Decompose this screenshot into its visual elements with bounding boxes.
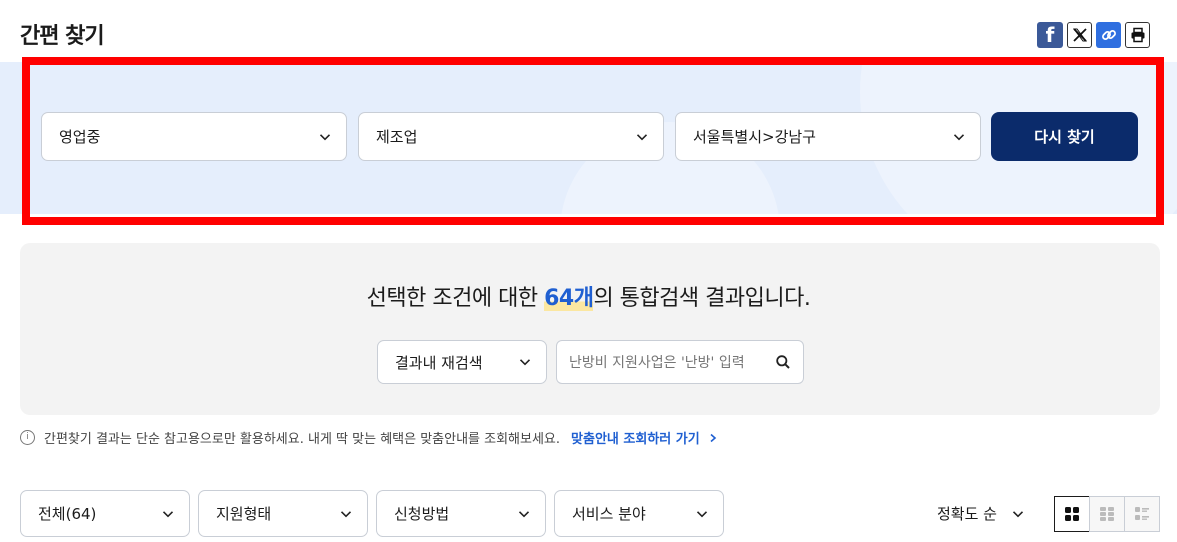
notice-text: 간편찾기 결과는 단순 참고용으로만 활용하세요. 내게 딱 맞는 혜택은 맞춤…: [44, 432, 561, 447]
result-count: 64개: [544, 286, 594, 311]
service-field-select[interactable]: 서비스 분야: [554, 490, 724, 537]
apply-method-select[interactable]: 신청방법: [376, 490, 546, 537]
support-type-value: 지원형태: [216, 505, 272, 523]
apply-method-value: 신청방법: [394, 505, 450, 523]
list-view-button[interactable]: [1124, 496, 1160, 532]
chevron-down-icon: [162, 510, 174, 517]
support-type-select[interactable]: 지원형태: [198, 490, 368, 537]
chevron-right-icon: [710, 433, 717, 443]
facebook-share-button[interactable]: f: [1037, 22, 1063, 48]
sort-select-value: 정확도 순: [937, 505, 997, 523]
x-icon: [1072, 28, 1087, 42]
all-filter-value: 전체(64): [38, 505, 97, 523]
print-icon: [1131, 27, 1144, 43]
copy-link-button[interactable]: [1096, 22, 1121, 48]
facebook-icon: f: [1045, 23, 1055, 47]
sort-select[interactable]: 정확도 순: [937, 503, 1024, 524]
notice-line: i 간편찾기 결과는 단순 참고용으로만 활용하세요. 내게 딱 맞는 혜택은 …: [20, 428, 718, 447]
link-icon: [1101, 30, 1116, 40]
result-prefix: 선택한 조건에 대한: [366, 286, 545, 311]
custom-guide-link[interactable]: 맞춤안내 조회하러 가기: [571, 428, 718, 447]
chevron-down-icon: [518, 510, 530, 517]
result-suffix: 의 통합검색 결과입니다.: [593, 286, 811, 311]
grid-view-button[interactable]: [1054, 496, 1090, 532]
chevron-down-icon: [340, 510, 352, 517]
custom-guide-link-label: 맞춤안내 조회하러 가기: [571, 432, 700, 447]
x-share-button[interactable]: [1067, 22, 1092, 48]
research-scope-select[interactable]: 결과내 재검색: [377, 340, 547, 384]
research-input-placeholder: 난방비 지원사업은 '난방' 입력: [569, 355, 745, 371]
result-headline: 선택한 조건에 대한 64개의 통합검색 결과입니다.: [0, 280, 1177, 312]
research-scope-value: 결과내 재검색: [395, 353, 483, 372]
page-title: 간편 찾기: [20, 24, 105, 49]
chevron-down-icon: [696, 510, 708, 517]
chevron-down-icon: [519, 359, 531, 366]
research-input[interactable]: 난방비 지원사업은 '난방' 입력: [556, 340, 804, 384]
card-view-button[interactable]: [1089, 496, 1125, 532]
info-icon: i: [20, 430, 35, 445]
all-filter-select[interactable]: 전체(64): [20, 490, 190, 537]
print-button[interactable]: [1125, 22, 1150, 48]
service-field-value: 서비스 분야: [572, 505, 646, 523]
list-view-icon: [1135, 507, 1149, 520]
chevron-down-icon: [1012, 510, 1024, 517]
search-icon[interactable]: [775, 354, 791, 370]
result-summary-box: [20, 243, 1160, 415]
highlight-frame: [22, 57, 1164, 225]
grid-view-icon: [1065, 507, 1079, 521]
card-view-icon: [1100, 507, 1114, 521]
